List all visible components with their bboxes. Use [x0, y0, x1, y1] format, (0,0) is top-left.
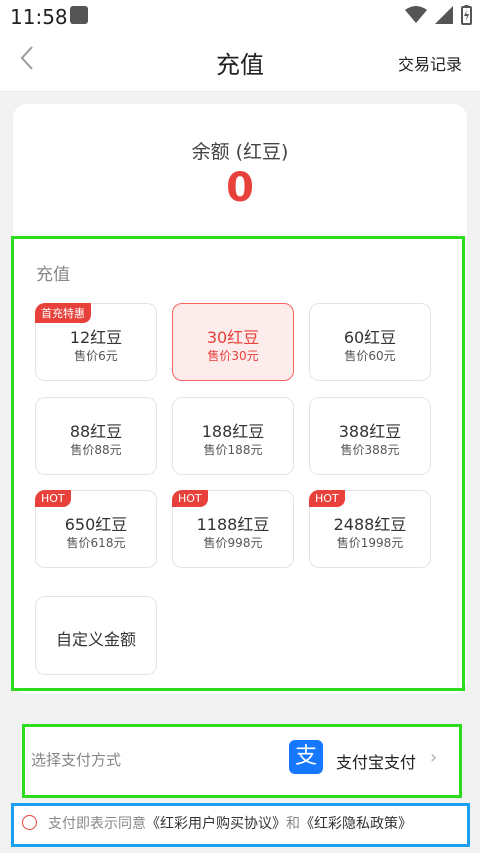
status-bar: 11:58 — [0, 0, 480, 33]
first-recharge-badge: 首充特惠 — [35, 303, 91, 323]
recharge-option-650[interactable]: HOT 650红豆 售价618元 — [35, 490, 157, 568]
payment-label: 选择支付方式 — [31, 751, 122, 769]
recharge-option-188[interactable]: 188红豆 售价188元 — [172, 397, 294, 475]
privacy-policy-link[interactable]: 《红彩隐私政策》 — [300, 816, 412, 832]
agreement-check-icon[interactable] — [22, 815, 37, 830]
option-name: 188红豆 — [201, 422, 265, 441]
hot-badge: HOT — [35, 490, 71, 507]
balance-label: 余额 (红豆) — [191, 141, 289, 163]
option-price: 售价6元 — [74, 349, 118, 363]
transaction-record-link[interactable]: 交易记录 — [398, 51, 462, 75]
recharge-option-2488[interactable]: HOT 2488红豆 售价1998元 — [309, 490, 431, 568]
option-name: 30红豆 — [206, 328, 260, 347]
option-name: 2488红豆 — [333, 515, 407, 534]
hot-badge: HOT — [172, 490, 208, 507]
alipay-icon: 支 — [289, 740, 323, 774]
recharge-option-1188[interactable]: HOT 1188红豆 售价998元 — [172, 490, 294, 568]
option-price: 售价1998元 — [336, 536, 404, 550]
status-icons — [405, 5, 472, 25]
hot-badge: HOT — [309, 490, 345, 507]
chevron-right-icon: › — [430, 747, 438, 768]
purchase-agreement-link[interactable]: 《红彩用户购买协议》 — [146, 816, 286, 832]
option-price: 售价618元 — [66, 536, 126, 550]
recharge-option-88[interactable]: 88红豆 售价88元 — [35, 397, 157, 475]
option-price: 售价998元 — [203, 536, 263, 550]
notification-icon — [70, 6, 88, 24]
option-price: 售价88元 — [70, 443, 122, 457]
recharge-option-30[interactable]: 30红豆 售价30元 — [172, 303, 294, 381]
option-price: 售价388元 — [340, 443, 400, 457]
option-price: 售价188元 — [203, 443, 263, 457]
balance-value: 0 — [226, 165, 254, 211]
recharge-option-60[interactable]: 60红豆 售价60元 — [309, 303, 431, 381]
agreement-conjunction: 和 — [286, 816, 300, 832]
option-name: 650红豆 — [64, 515, 128, 534]
option-name: 1188红豆 — [196, 515, 270, 534]
app-header: 充值 交易记录 — [0, 33, 480, 92]
custom-amount-label: 自定义金额 — [55, 630, 136, 649]
option-name: 388红豆 — [338, 422, 402, 441]
wifi-icon — [405, 6, 427, 23]
option-price: 售价60元 — [344, 349, 396, 363]
agreement-text: 支付即表示同意《红彩用户购买协议》和《红彩隐私政策》 — [48, 813, 412, 833]
recharge-option-12[interactable]: 首充特惠 12红豆 售价6元 — [35, 303, 157, 381]
option-price: 售价30元 — [207, 349, 259, 363]
agreement-prefix: 支付即表示同意 — [48, 816, 146, 832]
signal-icon — [435, 6, 453, 24]
battery-icon — [461, 5, 472, 25]
option-name: 88红豆 — [69, 422, 123, 441]
recharge-title: 充值 — [36, 265, 70, 285]
recharge-option-388[interactable]: 388红豆 售价388元 — [309, 397, 431, 475]
custom-amount-button[interactable]: 自定义金额 — [35, 596, 157, 675]
option-name: 60红豆 — [343, 328, 397, 347]
status-time: 11:58 — [10, 5, 68, 29]
option-name: 12红豆 — [69, 328, 123, 347]
payment-method-name: 支付宝支付 — [336, 753, 417, 772]
